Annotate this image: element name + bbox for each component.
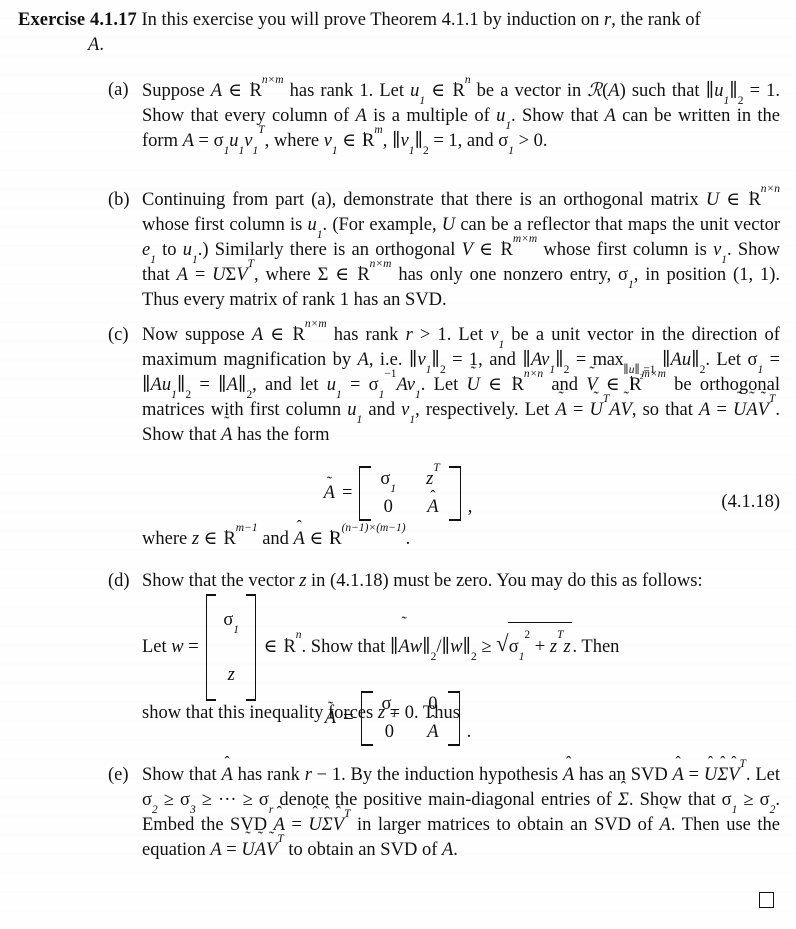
- part-b: (b) Continuing from part (a), demonstrat…: [108, 182, 780, 313]
- exercise-label: Exercise 4.1.17: [18, 10, 137, 30]
- eq1-matrix: σ1 zT 0 ˆA: [359, 461, 461, 521]
- equation-tag: (4.1.18): [721, 492, 780, 512]
- part-e: (e) Show that ˆA has rank r − 1. By the …: [108, 754, 780, 863]
- part-a-body: Suppose A ∈ Rn×m has rank 1. Let u1 ∈ Rn…: [142, 73, 781, 158]
- w-cell-1: σ1: [223, 610, 240, 637]
- eq1-cell-22: ˆA: [427, 488, 439, 517]
- part-c-after-equation: where z ∈ Rm−1 and ˆA ∈ R(n−1)×(m−1).: [142, 518, 411, 549]
- part-c-continuation: where z ∈ Rm−1 and ˆA ∈ R(n−1)×(m−1).: [108, 518, 780, 552]
- exercise-header: Exercise 4.1.17 In this exercise you wil…: [18, 8, 780, 58]
- eq1-cell-11: σ1: [380, 469, 397, 496]
- eq2-trailing-punct: .: [466, 722, 472, 742]
- part-a-label: (a): [108, 80, 129, 100]
- eq1-trailing-punct: ,: [467, 497, 473, 517]
- part-e-label: (e): [108, 765, 129, 785]
- document-page: Exercise 4.1.17 In this exercise you wil…: [0, 0, 796, 929]
- eq2-matrix: σ1 0 0 ˆA: [360, 691, 460, 746]
- eq2-cell-11: σ1: [381, 694, 398, 721]
- eq1-cell-21: 0: [383, 497, 393, 517]
- eq1-cell-12: zT: [426, 461, 440, 489]
- equation-4-1-18: ˜ A = σ1 zT 0 ˆA , (4.1.18): [0, 461, 796, 521]
- equation-block-diagonal: ˜ A = σ1 0 0 ˆA .: [0, 691, 796, 746]
- part-b-body: Continuing from part (a), demonstrate th…: [142, 182, 780, 310]
- eq2-cell-22: ˆA: [427, 713, 439, 742]
- eq2-cell-21: 0: [384, 722, 395, 742]
- part-c: (c) Now suppose A ∈ Rn×m has rank r > 1.…: [108, 317, 781, 448]
- part-c-body: Now suppose A ∈ Rn×m has rank r > 1. Let…: [142, 317, 781, 445]
- exercise-intro: In this exercise you will prove Theorem …: [141, 10, 701, 30]
- eq2-relation: =: [343, 708, 354, 728]
- qed-square-icon: [759, 892, 774, 908]
- part-d-label: (d): [108, 571, 130, 591]
- part-e-body: Show that ˆA has rank r − 1. By the indu…: [142, 754, 780, 860]
- eq2-lhs: ˜ A: [324, 699, 337, 728]
- part-c-label: (c): [108, 325, 129, 345]
- part-a: (a) Suppose A ∈ Rn×m has rank 1. Let u1 …: [108, 73, 781, 158]
- w-column-vector: σ1 z: [206, 594, 257, 701]
- exercise-intro-continuation: A.: [88, 35, 104, 55]
- eq2-cell-12: 0: [428, 694, 438, 714]
- eq1-lhs: ˜ A: [323, 474, 335, 503]
- eq1-relation: =: [341, 483, 353, 503]
- part-b-label: (b): [108, 190, 130, 210]
